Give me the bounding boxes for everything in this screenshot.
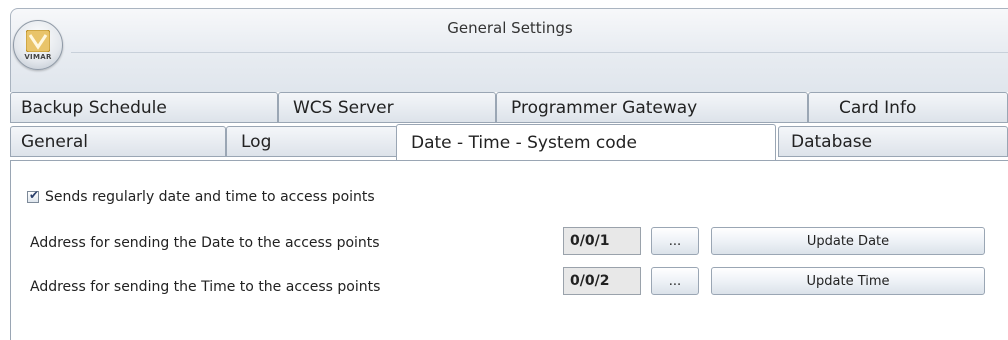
general-settings-window: General Settings VIMAR Backup Schedule W… xyxy=(0,0,1008,340)
update-time-button[interactable]: Update Time xyxy=(711,267,985,295)
tab-database[interactable]: Database xyxy=(778,126,1008,157)
tab-backup-schedule[interactable]: Backup Schedule xyxy=(10,92,278,123)
tab-programmer-gateway[interactable]: Programmer Gateway xyxy=(496,92,808,123)
time-address-label: Address for sending the Time to the acce… xyxy=(30,279,381,295)
tab-label: Programmer Gateway xyxy=(511,97,698,118)
send-regularly-checkbox[interactable]: ✔ xyxy=(27,188,40,203)
send-regularly-option[interactable]: ✔ Sends regularly date and time to acces… xyxy=(27,189,375,205)
title-separator xyxy=(71,52,1008,53)
tab-card-info[interactable]: Card Info xyxy=(808,92,1008,123)
vimar-logo-icon xyxy=(26,30,50,52)
tab-label: WCS Server xyxy=(293,97,394,118)
date-address-field[interactable]: 0/0/1 xyxy=(563,227,641,255)
application-button[interactable]: VIMAR xyxy=(13,20,63,70)
settings-tabs: Backup Schedule WCS Server Programmer Ga… xyxy=(10,92,1008,162)
update-date-button[interactable]: Update Date xyxy=(711,227,985,255)
title-bar: General Settings xyxy=(10,8,1008,95)
send-regularly-label: Sends regularly date and time to access … xyxy=(45,189,375,205)
tab-general[interactable]: General xyxy=(10,126,226,157)
tab-label: Backup Schedule xyxy=(21,97,167,118)
tab-date-time-system-code[interactable]: Date - Time - System code xyxy=(396,124,776,160)
tab-label: Date - Time - System code xyxy=(411,132,637,153)
time-browse-button[interactable]: ... xyxy=(651,267,699,295)
checkmark-icon: ✔ xyxy=(29,188,40,202)
time-address-field[interactable]: 0/0/2 xyxy=(563,267,641,295)
tab-label: Card Info xyxy=(839,97,917,118)
logo-text: VIMAR xyxy=(24,53,52,61)
date-browse-button[interactable]: ... xyxy=(651,227,699,255)
window-title: General Settings xyxy=(447,19,573,37)
date-time-panel: ✔ Sends regularly date and time to acces… xyxy=(10,160,1008,340)
tab-wcs-server[interactable]: WCS Server xyxy=(278,92,496,123)
tab-log[interactable]: Log xyxy=(226,126,398,157)
date-address-label: Address for sending the Date to the acce… xyxy=(30,235,380,251)
tab-label: Log xyxy=(241,131,272,152)
tab-label: Database xyxy=(791,131,873,152)
tab-label: General xyxy=(21,131,88,152)
